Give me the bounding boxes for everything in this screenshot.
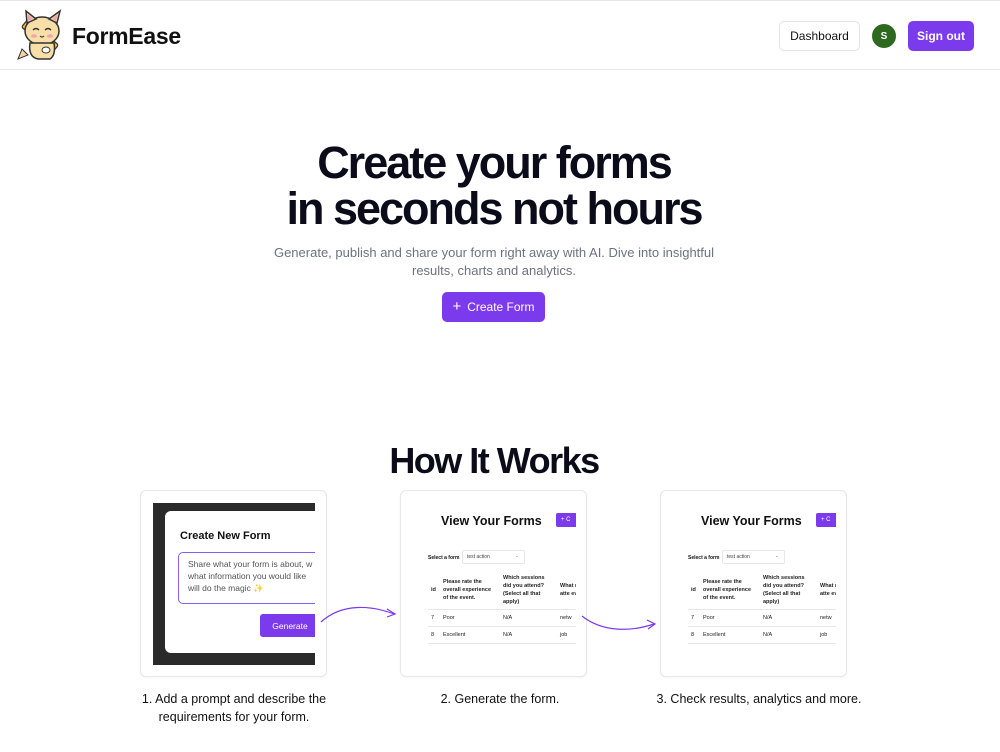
table-cell: Poor xyxy=(700,609,760,627)
preview-table: id Please rate the overall experience of… xyxy=(688,571,836,644)
table-header: id xyxy=(428,571,440,610)
table-header-row: id Please rate the overall experience of… xyxy=(428,571,576,610)
table-row: 8 Excellent N/A job xyxy=(428,626,576,644)
table-cell: N/A xyxy=(760,626,817,644)
table-header: id xyxy=(688,571,700,610)
prompt-textarea: Share what your form is about, w what in… xyxy=(178,552,315,604)
table-header: Please rate the overall experience of th… xyxy=(440,571,500,610)
preview-select-label: Select a form xyxy=(688,555,720,561)
top-nav: FormEase Dashboard S Sign out xyxy=(0,0,1000,70)
table-header-row: id Please rate the overall experience of… xyxy=(688,571,836,610)
user-avatar[interactable]: S xyxy=(872,24,896,48)
step-3-card: View Your Forms + C Select a form test a… xyxy=(660,490,847,677)
prompt-placeholder-line: will do the magic ✨ xyxy=(188,583,264,593)
table-cell: N/A xyxy=(500,609,557,627)
preview-title: View Your Forms xyxy=(441,514,542,528)
forms-table-preview: View Your Forms + C Select a form test a… xyxy=(401,491,576,676)
table-cell: 7 xyxy=(428,609,440,627)
table-header: What main atte even xyxy=(557,571,576,610)
hero-title-line-2: in seconds not hours xyxy=(286,183,703,234)
step-1-card: Create New Form Share what your form is … xyxy=(140,490,327,677)
brand-name[interactable]: FormEase xyxy=(72,23,181,50)
table-cell: 7 xyxy=(688,609,700,627)
table-cell: 8 xyxy=(688,626,700,644)
table-header: Which sessions did you attend? (Select a… xyxy=(500,571,557,610)
preview-table: id Please rate the overall experience of… xyxy=(428,571,576,644)
preview-select-value: test action xyxy=(727,554,750,560)
plus-icon: + xyxy=(452,298,462,315)
table-cell: job xyxy=(817,626,836,644)
step-1-caption: 1. Add a prompt and describe the require… xyxy=(141,692,327,724)
curved-arrow-icon xyxy=(320,606,397,623)
forms-table-preview: View Your Forms + C Select a form test a… xyxy=(661,491,836,676)
table-cell: 8 xyxy=(428,626,440,644)
create-form-label: Create Form xyxy=(467,300,535,314)
cat-logo-icon[interactable] xyxy=(14,9,68,63)
chevron-down-icon: ⌄ xyxy=(514,553,519,559)
table-row: 7 Poor N/A netw xyxy=(428,609,576,627)
step-2-caption: 2. Generate the form. xyxy=(440,692,560,706)
hero-title-line-1: Create your forms xyxy=(317,137,673,188)
step-2-card: View Your Forms + C Select a form test a… xyxy=(400,490,587,677)
table-row: 7 Poor N/A netw xyxy=(688,609,836,627)
table-cell: N/A xyxy=(760,609,817,627)
chevron-down-icon: ⌄ xyxy=(774,553,779,559)
table-cell: Excellent xyxy=(440,626,500,644)
how-it-works-heading: How It Works xyxy=(389,440,600,481)
generate-button: Generate xyxy=(260,614,315,637)
table-cell: Excellent xyxy=(700,626,760,644)
hero-title: Create your forms in seconds not hours xyxy=(0,140,988,232)
preview-select: test action ⌄ xyxy=(462,550,525,564)
table-header: Please rate the overall experience of th… xyxy=(700,571,760,610)
step-3-caption: 3. Check results, analytics and more. xyxy=(656,692,862,706)
table-row: 8 Excellent N/A job xyxy=(688,626,836,644)
preview-select: test action ⌄ xyxy=(722,550,785,564)
prompt-placeholder-line: Share what your form is about, w xyxy=(188,559,313,569)
preview-select-label: Select a form xyxy=(428,555,460,561)
table-header: What main atte even xyxy=(817,571,836,610)
table-cell: Poor xyxy=(440,609,500,627)
dashboard-button[interactable]: Dashboard xyxy=(779,21,860,51)
table-cell: netw xyxy=(557,609,576,627)
preview-create-button: + C xyxy=(816,513,836,527)
create-form-button[interactable]: + Create Form xyxy=(442,292,545,322)
preview-title: View Your Forms xyxy=(701,514,802,528)
preview-create-button: + C xyxy=(556,513,576,527)
table-cell: N/A xyxy=(500,626,557,644)
sign-out-button[interactable]: Sign out xyxy=(908,21,974,51)
modal-title: Create New Form xyxy=(180,530,271,542)
table-cell: job xyxy=(557,626,576,644)
table-cell: netw xyxy=(817,609,836,627)
create-form-modal: Create New Form Share what your form is … xyxy=(165,511,315,653)
preview-select-value: test action xyxy=(467,554,490,560)
prompt-placeholder-line: what information you would like xyxy=(188,571,307,581)
modal-backdrop: Create New Form Share what your form is … xyxy=(153,503,315,665)
hero-subtitle: Generate, publish and share your form ri… xyxy=(273,245,715,278)
table-header: Which sessions did you attend? (Select a… xyxy=(760,571,817,610)
curved-arrow-icon xyxy=(581,615,657,630)
